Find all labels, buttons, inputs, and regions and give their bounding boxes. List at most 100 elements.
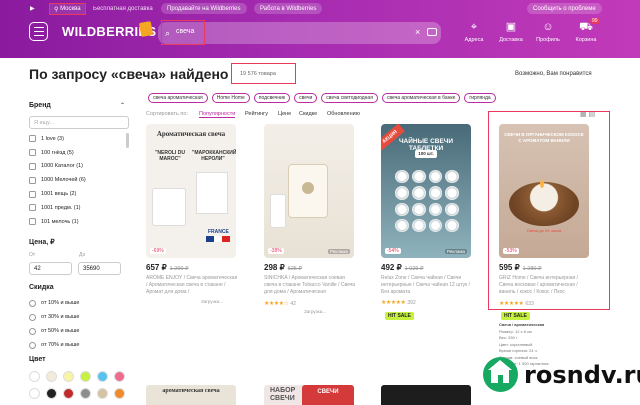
report-problem-link[interactable]: Сообщить о проблеме [527, 3, 602, 14]
suggestion-chip[interactable]: свеча светодиодная [321, 93, 378, 103]
color-swatch[interactable] [29, 388, 40, 399]
color-swatch[interactable] [29, 371, 40, 382]
checkbox[interactable] [29, 149, 36, 157]
discount-option[interactable]: от 70% и выше [29, 338, 79, 352]
nav-delivery[interactable]: ▣ Доставка [491, 20, 531, 43]
color-swatch[interactable] [80, 371, 91, 382]
suggestion-chip[interactable]: свечи [294, 93, 318, 103]
product-name[interactable]: SINICHKA / Ароматическая соевая свеча в … [264, 275, 356, 296]
suggestion-chip[interactable]: Home Home [211, 93, 250, 103]
image-subtitle-ru: "МАРОККАНСКИЙ НЕРОЛИ" [192, 150, 236, 162]
city-selector[interactable]: ⚲ Москва [49, 3, 86, 15]
product-card-partial[interactable]: ароматическая свеча [146, 385, 236, 405]
color-swatch[interactable] [80, 388, 91, 399]
radio[interactable] [29, 327, 36, 335]
brand-option[interactable]: 1001 вещь (2) [29, 187, 129, 201]
discount-label: от 70% и выше [41, 342, 80, 348]
color-filter-title[interactable]: Цвет [29, 356, 46, 363]
checkbox[interactable] [29, 176, 36, 184]
brand-search-input[interactable]: Я ищу... [29, 116, 129, 129]
search-highlight [161, 20, 205, 45]
suggestion-chips: свеча ароматическая Home Home подсвечник св… [148, 93, 496, 103]
suggestion-chip[interactable]: свеча ароматическая [148, 93, 208, 103]
discount-option[interactable]: от 10% и выше [29, 296, 79, 310]
user-icon: ☺ [542, 21, 554, 33]
brand-list: 1 love (3) 100 гнёзд (5) 1000 Каталог (1) 1… [29, 132, 129, 229]
nav-cart[interactable]: ⛟ Корзина 99 [566, 18, 606, 43]
maybe-you-like-link[interactable]: Возможно, Вам понравится [515, 71, 592, 77]
sell-link[interactable]: Продавайте на Wildberries [161, 3, 247, 14]
price-from-input[interactable]: 42 [29, 262, 72, 275]
work-link[interactable]: Работа в Wildberries [254, 3, 323, 14]
checkbox[interactable] [29, 190, 36, 198]
stars: ★★★★★ [381, 300, 406, 306]
tealight [395, 218, 409, 232]
brand-option[interactable]: 100 гнёзд (5) [29, 146, 129, 160]
brand-filter-title[interactable]: Бренд [29, 102, 51, 109]
tealight [428, 186, 443, 200]
product-name[interactable]: Relax Zone / Свеча чайная / Свечи интерь… [381, 275, 473, 296]
price-to-input[interactable]: 35690 [78, 262, 121, 275]
card-text: СВЕЧИ [317, 389, 339, 395]
color-swatch[interactable] [114, 371, 125, 382]
cart-badge: 99 [590, 18, 600, 24]
shopping-bag-icon [138, 21, 154, 37]
brand-option[interactable]: 101 мелочь (1) [29, 215, 129, 229]
product-image[interactable]: Ароматическая свеча "NEROLI DU MAROC" "М… [146, 124, 236, 258]
tealight [428, 218, 443, 232]
flag-icon[interactable]: ▶ [30, 3, 40, 14]
checkbox[interactable] [29, 204, 36, 212]
color-swatch[interactable] [63, 371, 74, 382]
sort-price[interactable]: Цене [278, 111, 291, 117]
discount-filter-title[interactable]: Скидка [29, 284, 54, 291]
suggestion-chip[interactable]: гирлянда [464, 93, 496, 103]
checkbox[interactable] [29, 162, 36, 170]
camera-icon[interactable] [427, 28, 437, 36]
color-swatch[interactable] [114, 388, 125, 399]
result-count: 19 576 товара [240, 71, 276, 77]
color-swatch[interactable] [97, 371, 108, 382]
checkbox[interactable] [29, 218, 36, 226]
tealight [411, 186, 426, 200]
tealight [445, 186, 459, 200]
suggestion-chip[interactable]: подсвечник [253, 93, 291, 103]
watermark-text: rosndv.ru [524, 360, 640, 389]
color-swatch[interactable] [97, 388, 108, 399]
brand-option[interactable]: 1001 предм. (1) [29, 201, 129, 215]
price-to-label: До [79, 252, 86, 258]
discount-option[interactable]: от 50% и выше [29, 324, 79, 338]
product-image[interactable]: АКЦИЯ ЧАЙНЫЕ СВЕЧИ ТАБЛЕТКИ 100 шт. -54%… [381, 124, 471, 258]
nav-profile[interactable]: ☺ Профиль [528, 20, 568, 43]
chevron-up-icon[interactable]: ⌃ [120, 102, 125, 109]
price-filter-title[interactable]: Цена, ₽ [29, 238, 55, 246]
radio[interactable] [29, 313, 36, 321]
discount-option[interactable]: от 30% и выше [29, 310, 79, 324]
color-swatch[interactable] [63, 388, 74, 399]
color-swatch[interactable] [46, 388, 57, 399]
radio[interactable] [29, 299, 36, 307]
free-delivery-link[interactable]: Бесплатная доставка [93, 3, 153, 14]
product-card-partial[interactable]: СВЕЧИ [302, 385, 354, 405]
brand-option[interactable]: 1000 Каталог (1) [29, 160, 129, 174]
sort-popularity[interactable]: Популярности [199, 111, 236, 118]
menu-button[interactable] [29, 22, 48, 41]
candle-label [302, 182, 314, 194]
nav-addresses[interactable]: ⌖ Адреса [454, 20, 494, 43]
brand-option[interactable]: 1 love (3) [29, 132, 129, 146]
color-swatch[interactable] [46, 371, 57, 382]
watermark: rosndv.ru [483, 357, 640, 392]
product-name[interactable]: AROME ENJOY / Свеча ароматическая / Аром… [146, 275, 238, 296]
sort-discount[interactable]: Скидке [299, 111, 317, 117]
clear-icon[interactable]: × [415, 27, 420, 37]
radio[interactable] [29, 341, 36, 349]
product-card-partial[interactable] [381, 385, 471, 405]
brand-option[interactable]: 1000 Мелочей (6) [29, 173, 129, 187]
loading-text: Загрузка... [304, 309, 326, 314]
city-label: Москва [60, 6, 81, 12]
scrollbar[interactable] [126, 133, 129, 148]
suggestion-chip[interactable]: свеча ароматическая в банке [381, 93, 461, 103]
checkbox[interactable] [29, 135, 36, 143]
product-image[interactable]: -38% Реклама [264, 124, 354, 258]
sort-rating[interactable]: Рейтингу [245, 111, 268, 117]
sort-update[interactable]: Обновлению [327, 111, 360, 117]
